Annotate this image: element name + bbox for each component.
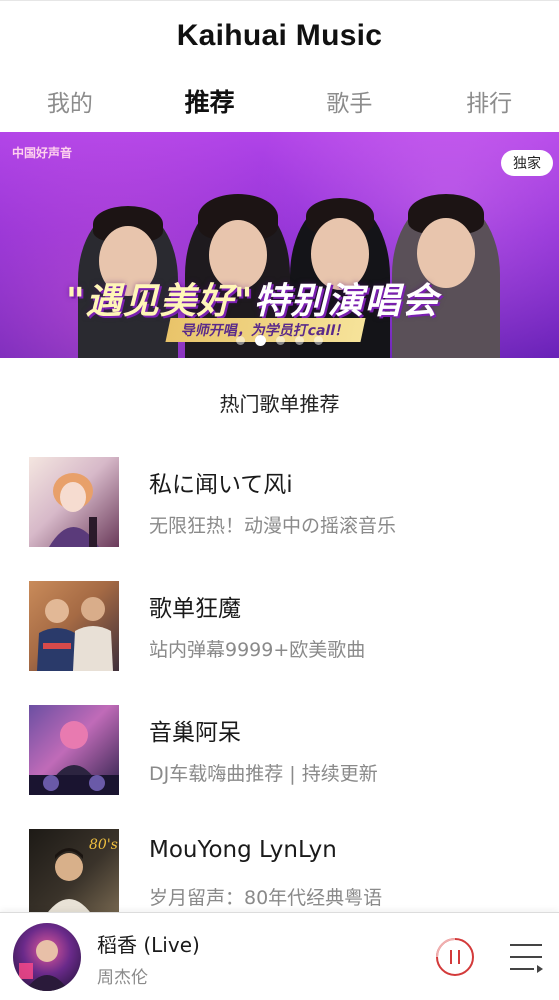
carousel-dot[interactable]: [276, 336, 285, 345]
playlist-name: 音巢阿呆: [149, 720, 241, 746]
now-playing-artist: 周杰伦: [97, 968, 148, 988]
mini-player[interactable]: 稻香 (Live) 周杰伦: [0, 912, 559, 1000]
exclusive-badge: 独家: [501, 150, 553, 176]
dj-cover-image: [29, 705, 119, 795]
pause-button[interactable]: [435, 937, 475, 977]
80s-cover-image: 80's: [29, 829, 119, 919]
now-playing-cover[interactable]: [13, 923, 81, 991]
duo-photo-cover-image: [29, 581, 119, 671]
playlist-item[interactable]: 私に闻いて风i 无限狂热！动漫中の摇滚音乐: [0, 455, 559, 579]
tab-bar: 我的 推荐 歌手 排行: [0, 72, 559, 130]
playlist-name: MouYong LynLyn: [149, 837, 337, 863]
carousel-dot-active[interactable]: [255, 335, 266, 346]
playlist-name: 歌单狂魔: [149, 596, 241, 622]
tab-charts[interactable]: 排行: [419, 72, 559, 130]
playlist-queue-button[interactable]: [508, 939, 544, 975]
playlist-desc: DJ车载嗨曲推荐 | 持续更新: [149, 763, 378, 785]
app-title: Kaihuai Music: [176, 18, 383, 52]
carousel-dot[interactable]: [236, 336, 245, 345]
banner-carousel[interactable]: 中国好声音 独家 "遇见美好"特别演唱会 导师开唱，为学员打call！: [0, 132, 559, 358]
queue-list-icon: [510, 944, 543, 973]
carousel-dot[interactable]: [314, 336, 323, 345]
playlist-item[interactable]: 歌单狂魔 站内弹幕9999+欧美歌曲: [0, 579, 559, 703]
playlist-name: 私に闻いて风i: [149, 472, 293, 498]
tab-mine[interactable]: 我的: [0, 72, 140, 130]
carousel-dots: [0, 335, 559, 346]
anime-cover-image: [29, 457, 119, 547]
playlist-desc: 站内弹幕9999+欧美歌曲: [149, 639, 366, 661]
svg-text:80's: 80's: [89, 837, 118, 853]
playlist-desc: 岁月留声：80年代经典粤语: [149, 887, 383, 909]
pause-icon: [436, 938, 474, 976]
playlist-item[interactable]: 音巢阿呆 DJ车载嗨曲推荐 | 持续更新: [0, 703, 559, 827]
show-logo: 中国好声音: [12, 146, 73, 160]
app-header: Kaihuai Music: [0, 0, 559, 70]
tab-singers[interactable]: 歌手: [280, 72, 420, 130]
banner-headline-part2: 特别演唱会: [253, 281, 439, 322]
tab-recommend[interactable]: 推荐: [140, 72, 280, 130]
playlist-list: 私に闻いて风i 无限狂热！动漫中の摇滚音乐 歌单狂魔 站内弹幕9999+欧美歌曲: [0, 455, 559, 951]
now-playing-title: 稻香 (Live): [97, 933, 200, 957]
carousel-dot[interactable]: [295, 336, 304, 345]
section-title: 热门歌单推荐: [219, 392, 340, 416]
banner-headline-part1: "遇见美好": [66, 281, 254, 322]
playlist-desc: 无限狂热！动漫中の摇滚音乐: [149, 515, 397, 537]
banner-headline: "遇见美好"特别演唱会: [66, 272, 439, 324]
